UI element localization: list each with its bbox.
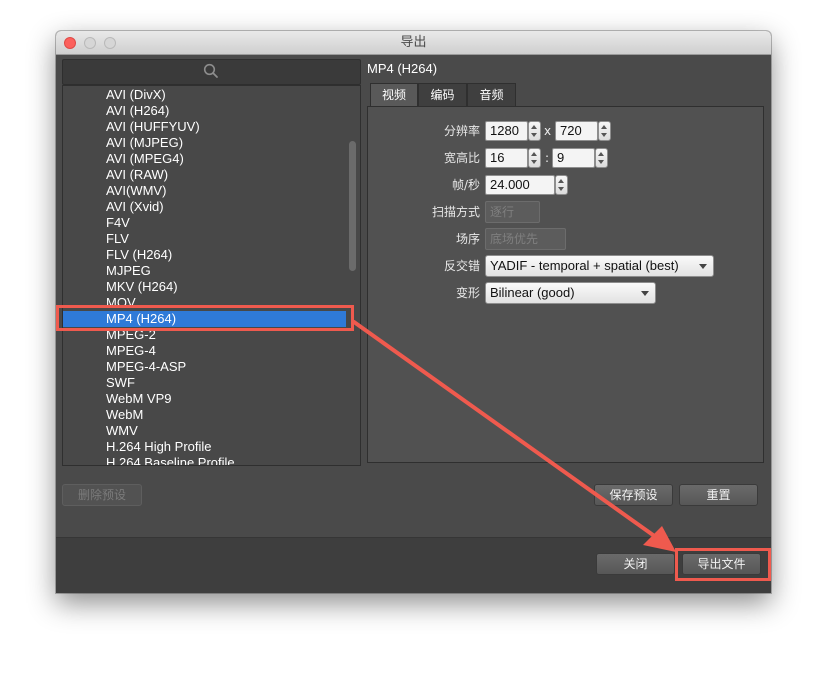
arrow-annotation bbox=[352, 320, 676, 552]
